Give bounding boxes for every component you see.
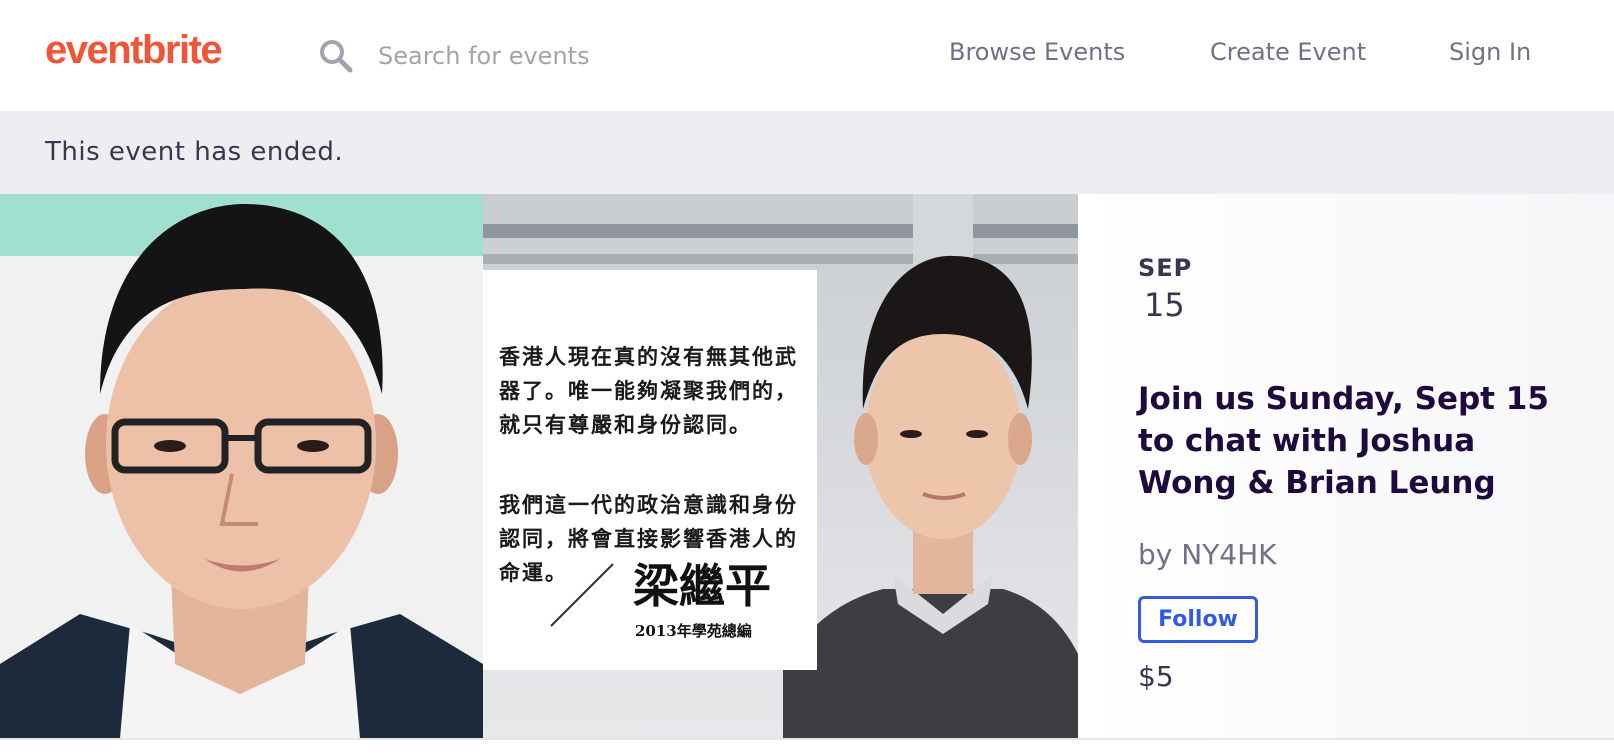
organizer-link[interactable]: by NY4HK	[1138, 538, 1277, 571]
search-icon[interactable]	[318, 38, 354, 74]
event-info-panel: SEP 15 Join us Sunday, Sept 15 to chat w…	[1078, 194, 1614, 738]
search-input[interactable]	[378, 36, 798, 76]
sign-in-link[interactable]: Sign In	[1449, 38, 1531, 66]
quote-author: 梁繼平	[633, 559, 771, 613]
portrait-joshua-wong	[0, 194, 483, 738]
eventbrite-logo[interactable]: eventbrite	[45, 28, 223, 73]
event-month: SEP	[1138, 254, 1193, 282]
quote-paragraph-1: 香港人現在真的沒有無其他武器了。唯一能夠凝聚我們的，就只有尊嚴和身份認同。	[499, 344, 798, 437]
follow-button[interactable]: Follow	[1138, 596, 1258, 643]
create-event-link[interactable]: Create Event	[1210, 38, 1366, 66]
event-title: Join us Sunday, Sept 15 to chat with Jos…	[1138, 381, 1549, 501]
event-price: $5	[1138, 660, 1174, 693]
quote-card: 香港人現在真的沒有無其他武器了。唯一能夠凝聚我們的，就只有尊嚴和身份認同。 我們…	[483, 270, 817, 670]
event-hero-image: 香港人現在真的沒有無其他武器了。唯一能夠凝聚我們的，就只有尊嚴和身份認同。 我們…	[0, 194, 1078, 738]
quote-slash-mark	[550, 563, 614, 627]
top-navigation-bar: eventbrite Browse Events Create Event Si…	[0, 0, 1614, 111]
quote-author-title: 2013年學苑總編	[635, 622, 752, 640]
event-ended-text: This event has ended.	[45, 137, 344, 167]
event-day: 15	[1144, 286, 1185, 324]
browse-events-link[interactable]: Browse Events	[949, 38, 1125, 66]
divider	[0, 738, 1614, 740]
event-ended-banner: This event has ended.	[0, 111, 1614, 194]
